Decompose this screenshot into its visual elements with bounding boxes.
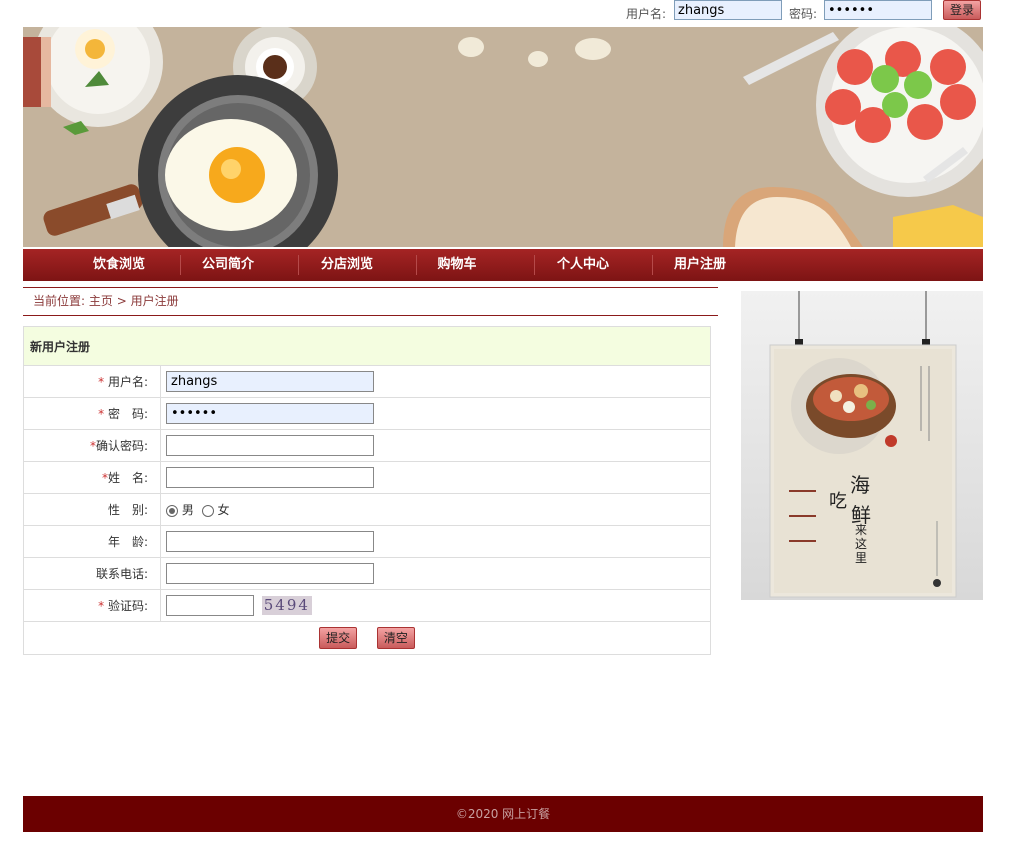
password-label: * 密 码: [23,397,161,430]
nav-item-food[interactable]: 饮食浏览 [60,249,178,281]
name-label: *姓 名: [23,461,161,494]
gender-male-radio[interactable] [166,504,178,517]
captcha-label: * 验证码: [23,589,161,622]
poster-subtitle: 来这里 [855,523,868,565]
nav-item-cart[interactable]: 购物车 [398,249,516,281]
name-input[interactable] [166,467,374,488]
reset-button[interactable]: 清空 [376,627,415,649]
nav-item-about[interactable]: 公司简介 [169,249,287,281]
banner-image [23,27,983,247]
poster-title-2: 吃 [829,491,847,512]
login-username-input[interactable] [674,0,782,20]
nav-item-register[interactable]: 用户注册 [641,249,759,281]
poster-title-1: 海 [850,473,870,497]
username-input[interactable] [166,371,374,392]
required-mark: * [98,375,105,389]
age-input[interactable] [166,531,374,552]
registration-form: 新用户注册 * 用户名: * 密 码: *确认密码: *姓 名: 性 别: 男 … [23,326,711,655]
breadcrumb: 当前位置: 主页 > 用户注册 [23,287,718,316]
nav-item-branches[interactable]: 分店浏览 [288,249,406,281]
login-bar: 用户名: 密码: 登录 [0,0,1017,24]
seafood-poster: 海 吃 鲜 来这里 [741,291,983,600]
login-username-label: 用户名: [626,7,667,21]
login-button[interactable]: 登录 [943,0,981,20]
breadcrumb-separator: > [112,294,131,308]
main-nav: 饮食浏览 公司简介 分店浏览 购物车 个人中心 用户注册 [23,249,983,281]
captcha-image[interactable]: 5494 [261,596,312,615]
breadcrumb-current: 用户注册 [130,294,179,308]
form-actions: 提交 清空 [23,621,711,655]
login-password-label: 密码: [789,7,818,21]
phone-label: 联系电话: [23,557,161,590]
confirm-password-input[interactable] [166,435,374,456]
captcha-input[interactable] [166,595,254,616]
footer: ©2020 网上订餐 [23,796,983,832]
gender-female-radio[interactable] [201,504,214,517]
breadcrumb-prefix: 当前位置: [33,294,86,308]
submit-button[interactable]: 提交 [319,627,358,649]
breadcrumb-home-link[interactable]: 主页 [89,294,113,308]
age-label: 年 龄: [23,525,161,558]
gender-male-label: 男 [181,503,194,517]
password-input[interactable] [166,403,374,424]
phone-input[interactable] [166,563,374,584]
banner-illustration [23,27,983,247]
confirm-password-label: *确认密码: [23,429,161,462]
required-mark: * [98,599,105,613]
gender-label: 性 别: [23,493,161,526]
username-label: * 用户名: [23,365,161,398]
nav-item-profile[interactable]: 个人中心 [524,249,642,281]
required-mark: * [98,407,105,421]
gender-female-label: 女 [217,503,230,517]
login-password-input[interactable] [824,0,932,20]
form-title: 新用户注册 [23,326,711,366]
